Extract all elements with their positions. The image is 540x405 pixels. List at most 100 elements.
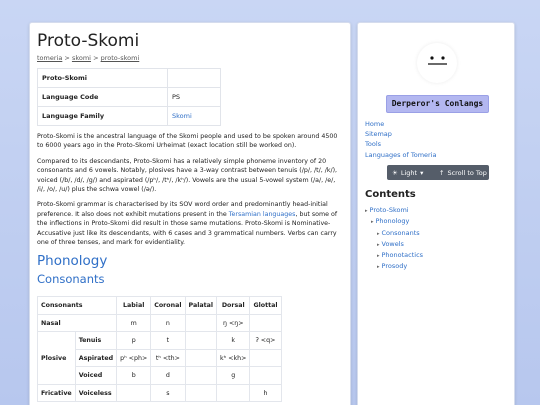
infobox-row: Language Family Skomi — [37, 106, 221, 126]
table-cell: ŋ <ŋ> — [216, 313, 251, 333]
toc-item: ▸ Phonotactics — [365, 250, 423, 261]
triangle-right-icon: ▸ — [377, 241, 380, 248]
triangle-right-icon: ▸ — [365, 208, 368, 214]
sidebar-link-sitemap[interactable]: Sitemap — [365, 130, 392, 138]
table-cell — [249, 348, 282, 368]
table-cell — [184, 313, 218, 333]
infobox-value: PS — [167, 87, 221, 107]
table-cell: d — [150, 366, 186, 385]
sidebar-link-home[interactable]: Home — [365, 120, 384, 128]
row-sub-label: Aspirated — [74, 348, 118, 368]
main-content: Proto-Skomi tomeria > skomi > proto-skom… — [29, 22, 351, 405]
toc-link[interactable]: Proto-Skomi — [370, 206, 409, 214]
row-sub-label: Voiceless — [74, 383, 118, 403]
infobox-key: Proto-Skomi — [37, 68, 168, 88]
toc-item: ▸ Consonants — [365, 228, 423, 239]
table-cell — [184, 331, 218, 350]
toc-link[interactable]: Prosody — [382, 262, 408, 270]
table-cell — [184, 366, 218, 385]
table-cell — [184, 383, 218, 403]
table-cell — [216, 383, 251, 403]
toc-item: ▸ Vowels — [365, 239, 423, 250]
sidebar-link-languages-of-tomeria[interactable]: Languages of Tomeria — [365, 151, 437, 159]
theme-toggle[interactable]: ☀ Light ▾ — [387, 169, 435, 177]
sun-icon: ☀ — [392, 168, 398, 177]
table-header-cell: Labial — [116, 296, 152, 315]
consonant-table: Consonants Labial Coronal Palatal Dorsal… — [36, 296, 282, 403]
sidebar-nav: Home Sitemap Tools Languages of Tomeria — [365, 119, 437, 160]
table-cell: h — [249, 383, 282, 403]
row-sub-label: Tenuis — [74, 331, 118, 350]
table-row: Plosive Tenuis p t k ʔ <q> — [37, 331, 282, 385]
tersamian-languages-link[interactable]: Tersamian languages — [229, 211, 296, 218]
face-logo-icon — [417, 43, 457, 83]
triangle-right-icon: ▸ — [377, 264, 380, 271]
table-cell — [249, 366, 282, 385]
phonology-heading: Phonology — [37, 253, 108, 270]
sidebar-link-tools[interactable]: Tools — [365, 140, 381, 148]
toc-link[interactable]: Vowels — [382, 240, 404, 248]
infobox-row: Language Code PS — [37, 87, 221, 107]
table-header-row: Consonants Labial Coronal Palatal Dorsal… — [36, 296, 282, 315]
arrow-up-icon: ↑ — [439, 168, 445, 177]
infobox-key: Language Code — [37, 87, 168, 107]
triangle-right-icon: ▸ — [371, 219, 374, 226]
breadcrumb-item-tomeria[interactable]: tomeria — [37, 54, 62, 62]
table-cell: n — [150, 313, 186, 333]
table-cell: s — [150, 383, 186, 403]
page-controls: ☀ Light ▾ ↑ Scroll to Top — [387, 165, 489, 180]
table-row: Fricative Voiceless s h — [37, 383, 282, 403]
breadcrumb-item-proto-skomi[interactable]: proto-skomi — [101, 54, 140, 62]
table-row: Nasal m n ŋ <ŋ> — [36, 313, 282, 333]
scroll-to-top-button[interactable]: ↑ Scroll to Top — [435, 169, 487, 177]
table-cell — [249, 313, 282, 333]
infobox-value — [167, 68, 221, 88]
row-group-label: Nasal — [36, 313, 118, 333]
row-group-label: Fricative — [37, 383, 76, 403]
contents-heading: Contents — [365, 189, 416, 200]
theme-label: Light — [400, 168, 418, 177]
phonology-summary-paragraph: Compared to its descendants, Proto-Skomi… — [37, 157, 338, 194]
breadcrumb-separator: > — [93, 54, 99, 62]
table-cell: t — [150, 331, 186, 350]
toc-link[interactable]: Phonology — [376, 217, 410, 225]
sidebar: Derperor's Conlangs Home Sitemap Tools L… — [357, 22, 515, 405]
row-group-label: Plosive — [37, 331, 76, 385]
table-cell: b — [116, 366, 152, 385]
row-sub-label: Voiced — [74, 366, 118, 385]
triangle-right-icon: ▸ — [377, 230, 380, 237]
table-cell: m — [116, 313, 152, 333]
toc-link[interactable]: Phonotactics — [382, 251, 424, 259]
site-logo[interactable] — [417, 43, 457, 83]
table-of-contents: ▸ Proto-Skomi ▸ Phonology ▸ Consonants ▸ Vow… — [365, 205, 423, 273]
infobox-key: Language Family — [37, 106, 168, 126]
table-cell: kʰ <kh> — [216, 348, 251, 368]
toc-item: ▸ Phonology — [365, 216, 423, 227]
infobox-row: Proto-Skomi — [37, 68, 221, 88]
table-cell: g — [216, 366, 251, 385]
table-header-cell: Coronal — [150, 296, 186, 315]
table-cell: ʔ <q> — [249, 331, 282, 350]
page-title: Proto-Skomi — [37, 31, 140, 51]
table-header-cell: Palatal — [184, 296, 218, 315]
consonants-heading: Consonants — [37, 272, 105, 287]
triangle-right-icon: ▸ — [377, 253, 380, 260]
table-cell: pʰ <ph> — [116, 348, 152, 368]
language-infobox: Proto-Skomi Language Code PS Language Fa… — [37, 68, 221, 126]
infobox-value: Skomi — [167, 106, 221, 126]
table-cell: k — [216, 331, 251, 350]
toc-link[interactable]: Consonants — [382, 229, 420, 237]
scroll-to-top-label: Scroll to Top — [447, 168, 487, 177]
table-header-cell: Glottal — [249, 296, 282, 315]
toc-item: ▸ Proto-Skomi — [365, 205, 423, 216]
caret-down-icon: ▾ — [420, 168, 424, 177]
site-name-badge[interactable]: Derperor's Conlangs — [386, 95, 489, 113]
grammar-summary-paragraph: Proto-Skomi grammar is characterised by … — [37, 200, 343, 247]
table-cell — [116, 383, 152, 403]
language-family-link[interactable]: Skomi — [172, 112, 192, 120]
breadcrumb-separator: > — [64, 54, 70, 62]
toc-item: ▸ Prosody — [365, 261, 423, 272]
table-header-cell: Consonants — [36, 296, 118, 315]
breadcrumb-item-skomi[interactable]: skomi — [72, 54, 91, 62]
breadcrumb: tomeria > skomi > proto-skomi — [37, 54, 343, 62]
